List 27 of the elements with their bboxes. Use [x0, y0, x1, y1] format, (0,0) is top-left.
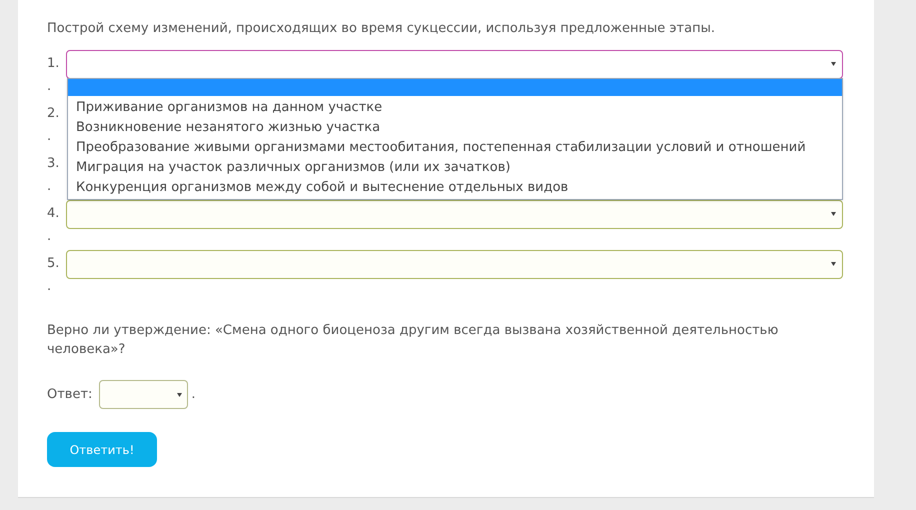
- step-number: 4.: [47, 205, 60, 224]
- dropdown-option[interactable]: Миграция на участок различных организмов (или их зачатков): [68, 158, 842, 178]
- caret-icon: [177, 392, 182, 396]
- step-number: 2.: [47, 105, 60, 124]
- period-text: .: [191, 386, 196, 404]
- answer-select[interactable]: [99, 380, 188, 409]
- dropdown-option[interactable]: Конкуренция организмов между собой и вытеснение отдельных видов: [68, 178, 842, 198]
- period-text: .: [47, 129, 52, 144]
- period-text: .: [47, 229, 52, 244]
- dropdown-option[interactable]: Возникновение незанятого жизнью участка: [68, 118, 842, 138]
- step-select[interactable]: [66, 250, 843, 278]
- period-text: .: [47, 79, 52, 94]
- dropdown-option[interactable]: Преобразование живыми организмами местообитания, постепенная стабилизации условий и отношений: [68, 138, 842, 158]
- caret-icon: [831, 212, 836, 216]
- question-text: Верно ли утверждение: «Смена одного биоценоза другим всегда вызвана хозяйственной деятельностью человека»?: [47, 322, 780, 359]
- answer-label: Ответ:: [47, 386, 92, 404]
- step-select[interactable]: [66, 50, 843, 78]
- period-text: .: [47, 179, 52, 194]
- instruction-text: Построй схему изменений, происходящих во время сукцессии, используя предложенные этапы.: [47, 20, 716, 38]
- dropdown-option[interactable]: Приживание организмов на данном участке: [68, 98, 842, 118]
- period-text: .: [47, 279, 52, 294]
- step-number: 3.: [47, 155, 60, 174]
- caret-icon: [831, 62, 836, 66]
- caret-icon: [831, 262, 836, 266]
- step-number: 5.: [47, 255, 60, 274]
- step-number: 1.: [47, 55, 60, 74]
- dropdown-list[interactable]: [67, 78, 843, 200]
